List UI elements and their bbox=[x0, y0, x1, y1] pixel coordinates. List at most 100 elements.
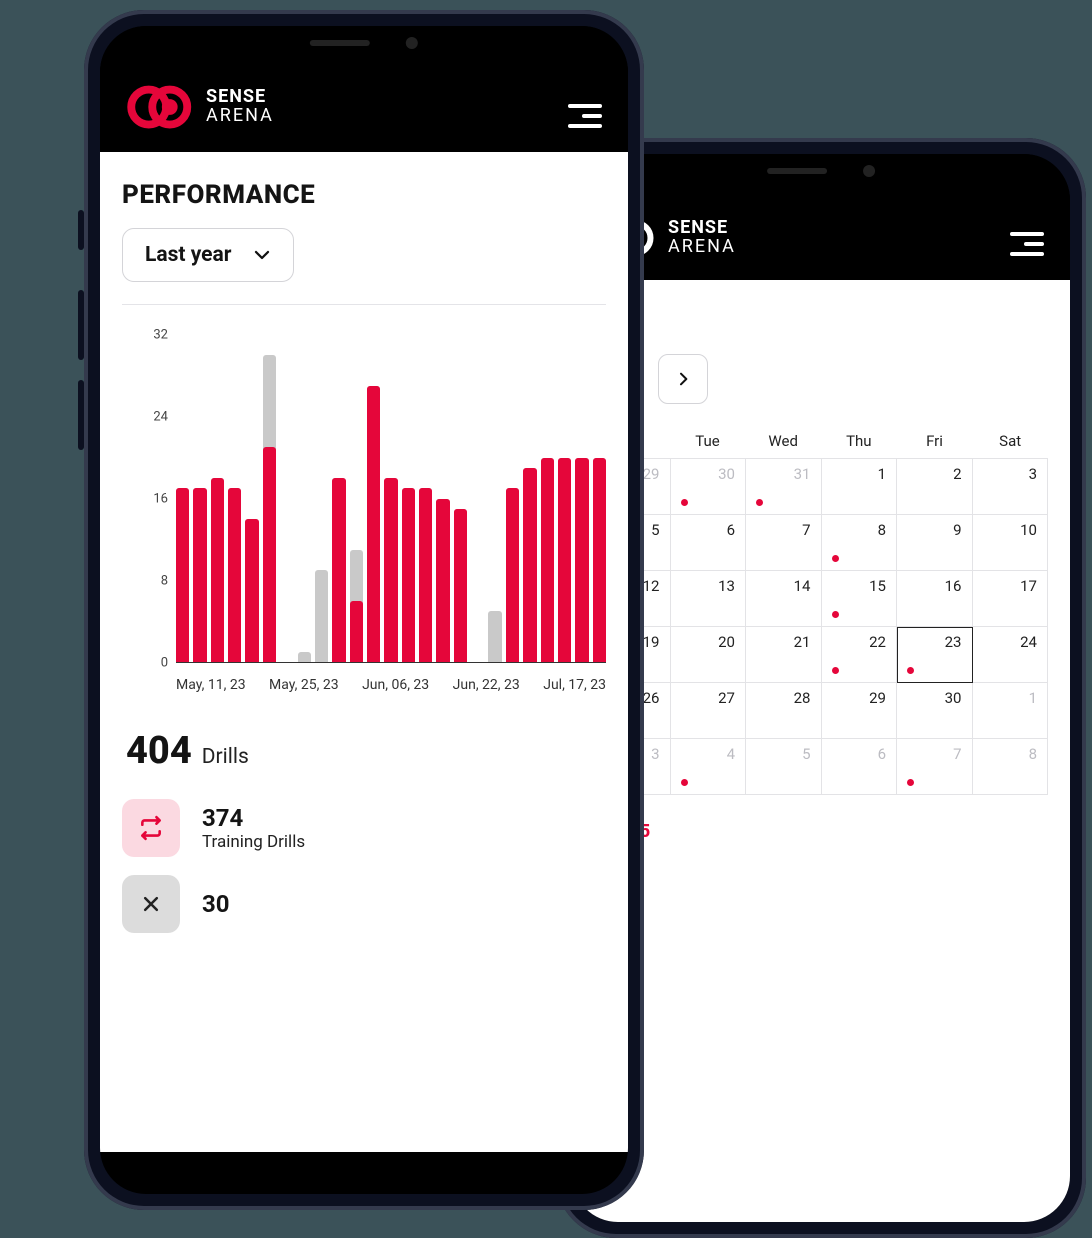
calendar-day-cell[interactable]: 7 bbox=[746, 515, 822, 571]
calendar-day-cell[interactable]: 17 bbox=[973, 571, 1049, 627]
calendar-day-cell[interactable]: 31 bbox=[746, 459, 822, 515]
chart-bar[interactable] bbox=[332, 335, 345, 662]
calendar-day-cell[interactable]: 16 bbox=[897, 571, 973, 627]
chart-bar[interactable] bbox=[211, 335, 224, 662]
chart-bar[interactable] bbox=[367, 335, 380, 662]
calendar-event-dot bbox=[832, 611, 839, 618]
divider bbox=[122, 304, 606, 305]
calendar-day-cell[interactable]: 9 bbox=[897, 515, 973, 571]
page-title: PERFORMANCE bbox=[122, 180, 606, 210]
calendar-day-cell[interactable]: 4 bbox=[671, 739, 747, 795]
calendar-day-cell[interactable]: 13 bbox=[671, 571, 747, 627]
secondary-stat-count: 30 bbox=[202, 890, 230, 918]
chart-bar[interactable] bbox=[315, 335, 328, 662]
menu-button[interactable] bbox=[568, 102, 602, 130]
calendar-day-cell[interactable]: 10 bbox=[973, 515, 1049, 571]
calendar-event-dot bbox=[681, 499, 688, 506]
brand-line1: SENSE bbox=[668, 217, 728, 238]
chart-bar[interactable] bbox=[575, 335, 588, 662]
chart-y-tick: 0 bbox=[140, 656, 168, 671]
chart-bar[interactable] bbox=[419, 335, 432, 662]
chart-bar[interactable] bbox=[228, 335, 241, 662]
calendar-content: 23 Tue Wed Thu Fri Sat 29303112356789101… bbox=[572, 280, 1070, 1222]
calendar-day-cell[interactable]: 5 bbox=[746, 739, 822, 795]
chart-bar[interactable] bbox=[436, 335, 449, 662]
chart-bar[interactable] bbox=[193, 335, 206, 662]
training-drills-row: 374 Training Drills bbox=[122, 799, 606, 857]
calendar-event-dot bbox=[907, 779, 914, 786]
chart-bar[interactable] bbox=[558, 335, 571, 662]
phone-side-button bbox=[78, 290, 84, 360]
calendar-grid: 2930311235678910121314151617192021222324… bbox=[594, 458, 1048, 795]
brand-text: SENSE ARENA bbox=[206, 88, 274, 126]
calendar-day-cell[interactable]: 30 bbox=[671, 459, 747, 515]
date-range-dropdown[interactable]: Last year bbox=[122, 228, 294, 282]
secondary-stat-row: 30 bbox=[122, 875, 606, 933]
chart-plot-area bbox=[176, 335, 606, 663]
chart-bar[interactable] bbox=[350, 335, 363, 662]
calendar-day-cell[interactable]: 3 bbox=[973, 459, 1049, 515]
phone-frame-performance: SENSE ARENA PERFORMANCE Last year 081624… bbox=[84, 10, 644, 1210]
calendar-day-cell[interactable]: 20 bbox=[671, 627, 747, 683]
chart-bar[interactable] bbox=[593, 335, 606, 662]
weekday-thu: Thu bbox=[821, 432, 897, 450]
chart-x-tick: May, 11, 23 bbox=[176, 677, 246, 695]
chart-bar[interactable] bbox=[454, 335, 467, 662]
calendar-weekday-row: Tue Wed Thu Fri Sat bbox=[594, 424, 1048, 458]
calendar-day-cell[interactable]: 28 bbox=[746, 683, 822, 739]
calendar-day-cell[interactable]: 7 bbox=[897, 739, 973, 795]
chart-bar[interactable] bbox=[541, 335, 554, 662]
performance-content: PERFORMANCE Last year 08162432 May, 11, … bbox=[100, 152, 628, 1152]
logo-icon bbox=[126, 84, 196, 130]
calendar-day-cell[interactable]: 30 bbox=[897, 683, 973, 739]
calendar-day-cell[interactable]: 21 bbox=[746, 627, 822, 683]
calendar-event-dot bbox=[832, 667, 839, 674]
chart-y-tick: 24 bbox=[140, 410, 168, 425]
calendar-day-cell[interactable]: 14 bbox=[746, 571, 822, 627]
chart-bar[interactable] bbox=[488, 335, 501, 662]
chart-bar[interactable] bbox=[506, 335, 519, 662]
calendar-day-cell[interactable]: 1 bbox=[822, 459, 898, 515]
chart-bar[interactable] bbox=[263, 335, 276, 662]
chart-y-tick: 8 bbox=[140, 574, 168, 589]
calendar-day-cell[interactable]: 6 bbox=[671, 515, 747, 571]
calendar-day-cell[interactable]: 22 bbox=[822, 627, 898, 683]
calendar-day-cell[interactable]: 15 bbox=[822, 571, 898, 627]
chart-bar[interactable] bbox=[471, 335, 484, 662]
chart-bar[interactable] bbox=[176, 335, 189, 662]
calendar-day-cell[interactable]: 24 bbox=[973, 627, 1049, 683]
brand-line1: SENSE bbox=[206, 86, 266, 107]
x-icon bbox=[122, 875, 180, 933]
chart-y-tick: 32 bbox=[140, 328, 168, 343]
calendar-day-cell[interactable]: 6 bbox=[822, 739, 898, 795]
training-drills-label: Training Drills bbox=[202, 832, 305, 852]
chart-bar[interactable] bbox=[298, 335, 311, 662]
total-drills-label: Drills bbox=[202, 745, 249, 769]
repeat-icon bbox=[122, 799, 180, 857]
brand-text: SENSE ARENA bbox=[668, 219, 736, 257]
menu-button[interactable] bbox=[1010, 230, 1044, 258]
chevron-down-icon bbox=[253, 246, 271, 264]
phone-notch bbox=[219, 26, 509, 60]
calendar-day-cell[interactable]: 29 bbox=[822, 683, 898, 739]
calendar-day-cell[interactable]: 8 bbox=[822, 515, 898, 571]
brand-line2: ARENA bbox=[668, 238, 736, 257]
calendar-day-cell[interactable]: 27 bbox=[671, 683, 747, 739]
calendar-day-cell[interactable]: 1 bbox=[973, 683, 1049, 739]
weekday-tue: Tue bbox=[670, 432, 746, 450]
calendar-day-cell[interactable]: 2 bbox=[897, 459, 973, 515]
chart-bar[interactable] bbox=[280, 335, 293, 662]
weekday-sat: Sat bbox=[972, 432, 1048, 450]
training-drills-count: 374 bbox=[202, 804, 305, 832]
calendar-next-button[interactable] bbox=[658, 354, 708, 404]
calendar-day-cell[interactable]: 8 bbox=[973, 739, 1049, 795]
phone-notch bbox=[684, 154, 958, 188]
chart-bar[interactable] bbox=[245, 335, 258, 662]
chart-bar[interactable] bbox=[384, 335, 397, 662]
chart-x-tick: Jun, 06, 23 bbox=[362, 677, 429, 695]
chart-x-tick: Jul, 17, 23 bbox=[543, 677, 606, 695]
calendar-day-cell[interactable]: 23 bbox=[897, 627, 973, 683]
chart-bar[interactable] bbox=[523, 335, 536, 662]
chart-bar[interactable] bbox=[402, 335, 415, 662]
total-drills-stat: 404 Drills bbox=[126, 729, 606, 773]
